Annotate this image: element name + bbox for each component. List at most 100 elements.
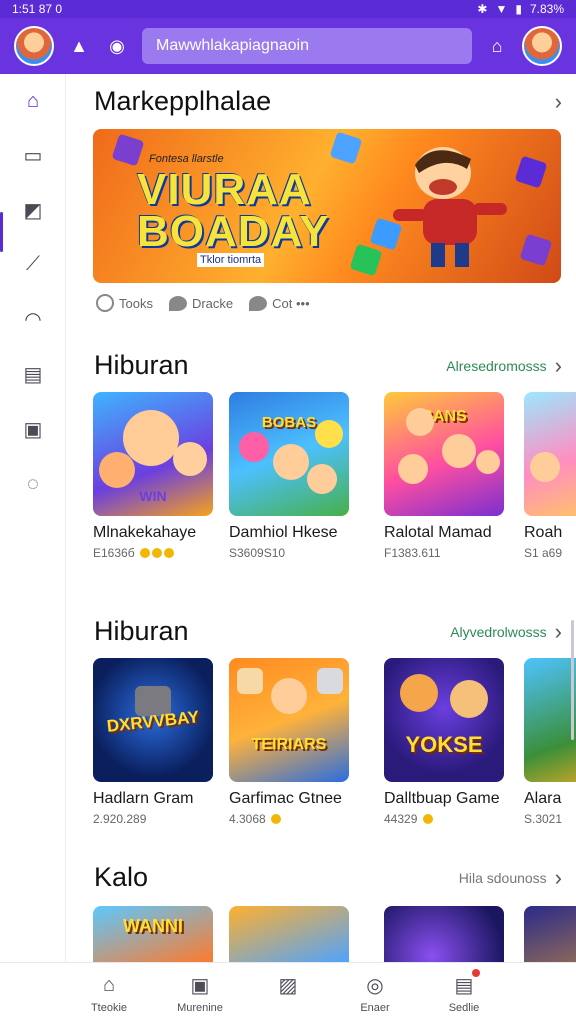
featured-banner[interactable]: Fontesa llarstle VIURAA BOADAY Tklor tio… [93, 129, 561, 283]
meta-item[interactable]: Tooks [96, 294, 153, 312]
game-meta-value: 44329 [384, 812, 418, 826]
pin-icon: ◎ [366, 974, 384, 997]
game-card[interactable]: Alara S.3021 [524, 658, 576, 826]
status-time: 1:51 87 0 [12, 2, 63, 16]
banner-headline: VIURAA BOADAY [137, 168, 330, 254]
chevron-right-icon: › [554, 864, 562, 890]
chat-icon [168, 295, 187, 311]
meta-item[interactable]: Cot ••• [249, 295, 310, 311]
user-icon[interactable]: ◠ [18, 304, 48, 334]
game-title: Hadlarn Gram [93, 790, 194, 807]
game-thumbnail [524, 906, 576, 962]
meta-item[interactable]: Dracke [168, 295, 234, 311]
game-thumbnail: TEIRIARS [229, 658, 349, 782]
see-all-link[interactable]: Hila sdounoss › [459, 865, 562, 891]
game-card[interactable]: TEIRIARS Garfimac Gtnee 4.3068 [229, 658, 349, 826]
section-title: Hiburan [94, 350, 189, 380]
nav-label: Murenine [177, 1002, 223, 1014]
bottom-navigation: ⌂ Tteokie ▣ Murenine ▨ ◎ Enaer ▤ Sedlie [0, 962, 576, 1024]
meta-label: Tooks [119, 295, 153, 311]
chevron-right-icon: › [554, 352, 562, 378]
thumbnail-art-text: WIN [139, 488, 167, 504]
nav-label: Enaer [360, 1002, 390, 1014]
app-bar: ▲ ◉ Mawwhlakapiagnaoin ⌂ [0, 18, 576, 74]
banner-tag: Tklor tiomrta [197, 253, 265, 267]
store-icon[interactable]: ▣ [18, 414, 48, 444]
section-header-hiburan-1: Hiburan Alresedromosss › [94, 350, 562, 381]
game-card[interactable]: WIN Mlnakekahaye E1636б [93, 392, 213, 560]
banner-tag-a: Tklor [200, 254, 225, 266]
status-bar: 1:51 87 0 ✱ ▼ ▮ 7.83% [0, 0, 576, 18]
image-icon: ▨ [278, 974, 298, 997]
wrench-icon[interactable]: ⟋ [18, 249, 48, 279]
game-card[interactable]: Roah S1 a69 [524, 392, 576, 560]
tag-icon[interactable]: ◩ [18, 195, 48, 225]
section-header-hiburan-2: Hiburan Alyvedrolwosss › [94, 616, 562, 647]
game-card[interactable] [229, 906, 349, 962]
game-meta: 44329 [384, 812, 504, 826]
nav-label: Tteokie [90, 1002, 128, 1014]
game-title: Dalltbuap Game [384, 790, 500, 807]
book-icon: ▣ [190, 974, 210, 997]
nav-label: Sedlie [448, 1002, 480, 1014]
game-title: Mlnakekahaye [93, 524, 197, 541]
see-all-link[interactable]: Alyvedrolwosss › [450, 619, 562, 645]
nav-item-home[interactable]: ⌂ Tteokie [64, 973, 154, 1015]
see-all-label: Alyvedrolwosss [450, 623, 547, 640]
game-thumbnail: BOBAS [229, 392, 349, 516]
scrollbar[interactable] [571, 620, 574, 740]
banner-meta: Tooks Dracke Cot ••• [96, 294, 310, 312]
section-header-kalo: Kalo Hila sdounoss › [94, 862, 562, 893]
notification-badge [472, 969, 480, 977]
banner-character-illustration [393, 147, 507, 267]
calendar-icon[interactable]: ▭ [18, 140, 48, 170]
bluetooth-icon: ✱ [477, 2, 488, 16]
game-meta: S1 a69 [524, 546, 563, 560]
thumbnail-art-text: YOKSE [405, 732, 483, 757]
home-icon[interactable]: ⌂ [18, 86, 48, 116]
game-card[interactable] [524, 906, 576, 962]
see-all-link[interactable]: Alresedromosss › [446, 353, 562, 379]
banner-tag-b: tiomrta [227, 254, 262, 266]
document-icon[interactable]: ▤ [18, 359, 48, 389]
user-avatar[interactable] [522, 26, 562, 66]
nav-item-inbox[interactable]: ▤ Sedlie [419, 969, 509, 1014]
game-card[interactable]: WANNI [93, 906, 213, 962]
game-thumbnail: YOKSE [384, 658, 504, 782]
search-text: Mawwhlakapiagnaoin [156, 37, 309, 54]
chevron-right-icon[interactable]: › [555, 89, 562, 115]
nav-item-gallery[interactable]: ▨ [243, 973, 333, 1002]
banner-subtitle: Fontesa llarstle [149, 153, 224, 165]
game-card[interactable]: DXRVVBAY Hadlarn Gram 2.920.289 [93, 658, 213, 826]
circle-toggle-icon[interactable]: ◉ [104, 33, 130, 59]
home-icon: ⌂ [102, 973, 116, 996]
section-title: Kalo [94, 862, 149, 892]
nav-item-explore[interactable]: ◎ Enaer [330, 973, 420, 1015]
see-all-label: Alresedromosss [446, 357, 547, 374]
navigation-icon[interactable]: ▲ [66, 33, 92, 59]
meta-label: Dracke [191, 295, 234, 311]
settings-icon[interactable]: ◌ [18, 469, 48, 499]
game-title: Roah [524, 524, 563, 541]
comment-icon [249, 295, 268, 311]
battery-icon: ▮ [515, 2, 522, 16]
game-card[interactable] [384, 906, 504, 962]
coin-icon [163, 548, 174, 558]
game-title: Alara [524, 790, 562, 807]
search-input[interactable]: Mawwhlakapiagnaoin [142, 28, 472, 64]
game-thumbnail: WIN [93, 392, 213, 516]
bag-icon[interactable]: ⌂ [484, 33, 510, 59]
game-thumbnail: DXRVVBAY [93, 658, 213, 782]
coin-icon [422, 814, 433, 824]
game-meta: S.3021 [524, 812, 563, 826]
thumbnail-art-text: WANNI [123, 916, 183, 936]
game-card[interactable]: BOBAS Damhiol Hkese S3609S10 [229, 392, 349, 560]
game-meta: 2.920.289 [93, 812, 147, 826]
sidebar-active-indicator [0, 212, 3, 252]
app-logo-avatar[interactable] [14, 26, 54, 66]
nav-item-library[interactable]: ▣ Murenine [155, 973, 245, 1015]
game-card[interactable]: BANS Ralotal Mamad F1383.611 [384, 392, 504, 560]
game-card[interactable]: YOKSE Dalltbuap Game 44329 [384, 658, 504, 826]
game-thumbnail [524, 658, 576, 782]
section-title: Markepplhalae [94, 86, 272, 116]
